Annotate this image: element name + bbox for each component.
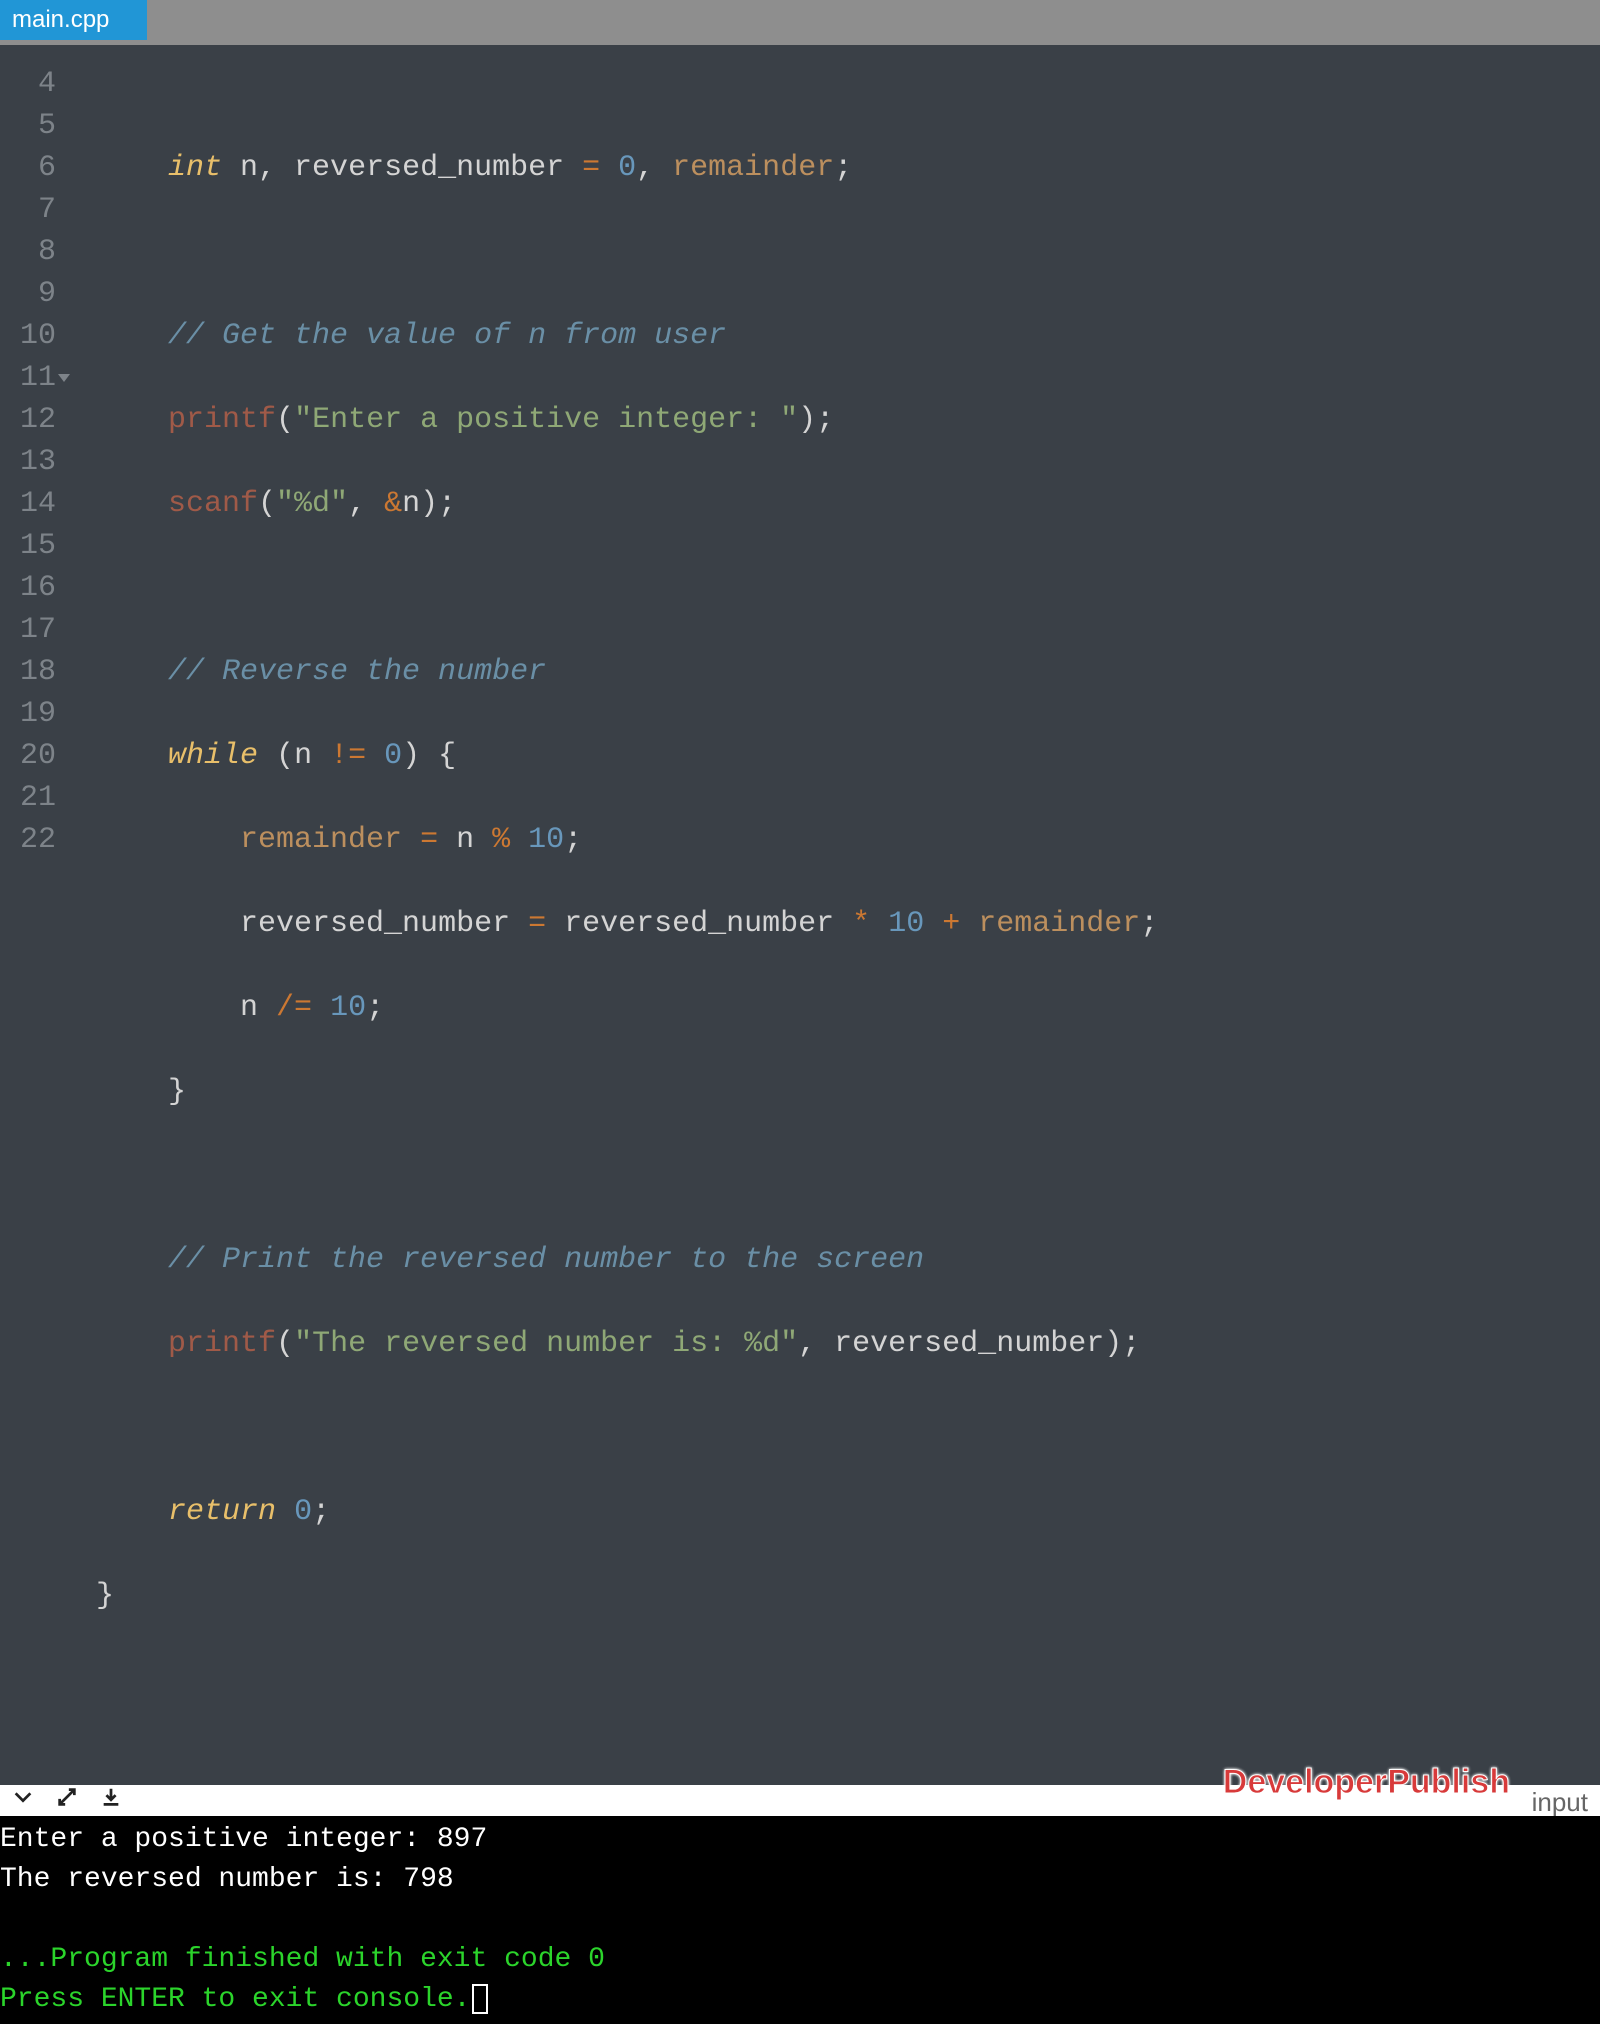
code-line: n /= 10;	[96, 987, 1158, 1029]
line-number: 14	[0, 483, 56, 525]
code-line	[96, 231, 1158, 273]
line-number: 20	[0, 735, 56, 777]
line-gutter: 4 5 6 7 8 9 10 11 12 13 14 15 16 17 18 1…	[0, 45, 68, 1785]
line-number: 15	[0, 525, 56, 567]
code-line: while (n != 0) {	[96, 735, 1158, 777]
tab-bar: main.cpp	[0, 0, 1600, 40]
code-line: // Print the reversed number to the scre…	[96, 1239, 1158, 1281]
line-number: 10	[0, 315, 56, 357]
code-content[interactable]: int n, reversed_number = 0, remainder; /…	[68, 45, 1158, 1785]
line-number: 11	[0, 357, 56, 399]
console-line: ...Program finished with exit code 0	[0, 1944, 605, 1975]
chevron-down-icon[interactable]	[12, 1786, 34, 1816]
code-line	[96, 1155, 1158, 1197]
panel-right-label: input	[1532, 1787, 1588, 1818]
code-line: scanf("%d", &n);	[96, 483, 1158, 525]
line-number: 13	[0, 441, 56, 483]
fold-icon[interactable]	[58, 374, 70, 382]
console-line: Enter a positive integer: 897	[0, 1824, 487, 1855]
line-number: 4	[0, 63, 56, 105]
line-number: 6	[0, 147, 56, 189]
code-line: remainder = n % 10;	[96, 819, 1158, 861]
expand-icon[interactable]	[56, 1786, 78, 1816]
console-line: The reversed number is: 798	[0, 1864, 454, 1895]
code-line: int n, reversed_number = 0, remainder;	[96, 147, 1158, 189]
line-number: 7	[0, 189, 56, 231]
download-icon[interactable]	[100, 1786, 122, 1816]
code-line	[96, 567, 1158, 609]
code-line: printf("Enter a positive integer: ");	[96, 399, 1158, 441]
console-output[interactable]: Enter a positive integer: 897 The revers…	[0, 1816, 1600, 2024]
line-number: 17	[0, 609, 56, 651]
tab-main-cpp[interactable]: main.cpp	[0, 0, 147, 40]
tab-filename: main.cpp	[12, 6, 109, 34]
line-number: 9	[0, 273, 56, 315]
line-number: 19	[0, 693, 56, 735]
code-line: return 0;	[96, 1491, 1158, 1533]
line-number: 21	[0, 777, 56, 819]
code-editor[interactable]: 4 5 6 7 8 9 10 11 12 13 14 15 16 17 18 1…	[0, 40, 1600, 1785]
line-number: 5	[0, 105, 56, 147]
code-line: }	[96, 1575, 1158, 1617]
line-number: 16	[0, 567, 56, 609]
code-line: reversed_number = reversed_number * 10 +…	[96, 903, 1158, 945]
line-number: 8	[0, 231, 56, 273]
cursor-icon	[472, 1984, 488, 2014]
code-line: // Reverse the number	[96, 651, 1158, 693]
code-line: }	[96, 1071, 1158, 1113]
code-line	[96, 1659, 1158, 1701]
code-line: printf("The reversed number is: %d", rev…	[96, 1323, 1158, 1365]
code-line	[96, 1407, 1158, 1449]
console-toolbar: DeveloperPublish input	[0, 1785, 1600, 1816]
line-number: 18	[0, 651, 56, 693]
line-number: 22	[0, 819, 56, 861]
console-line: Press ENTER to exit console.	[0, 1984, 488, 2015]
code-line: // Get the value of n from user	[96, 315, 1158, 357]
line-number: 12	[0, 399, 56, 441]
